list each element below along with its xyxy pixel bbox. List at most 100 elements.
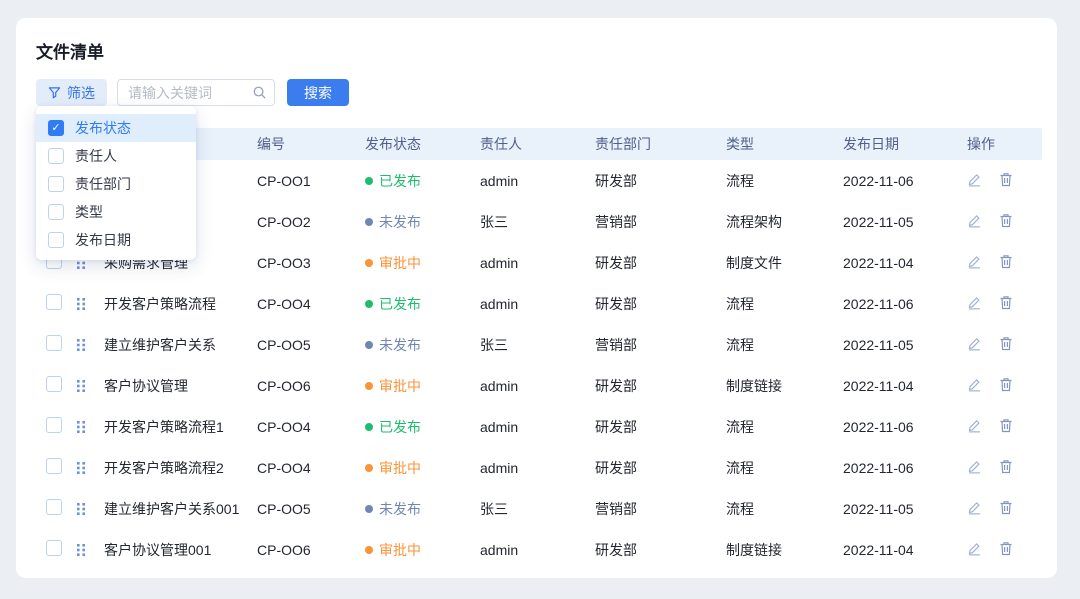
table-row: 客户协议管理001 CP-OO6 审批中 admin 研发部 制度链接 2022… <box>36 529 1042 570</box>
file-name: 客户协议管理 <box>104 376 257 396</box>
row-checkbox[interactable] <box>46 376 62 392</box>
search-button[interactable]: 搜索 <box>287 79 349 106</box>
edit-icon[interactable] <box>967 418 982 436</box>
filter-option-owner[interactable]: ✓ 责任人 <box>36 142 196 170</box>
edit-icon[interactable] <box>967 295 982 313</box>
file-owner: admin <box>480 460 595 476</box>
status-badge: 已发布 <box>365 171 421 191</box>
file-owner: admin <box>480 378 595 394</box>
drag-handle-icon[interactable] <box>76 420 104 434</box>
edit-icon[interactable] <box>967 459 982 477</box>
file-date: 2022-11-05 <box>843 214 967 230</box>
checkbox-icon[interactable]: ✓ <box>48 204 64 220</box>
file-date: 2022-11-04 <box>843 378 967 394</box>
header-actions: 操作 <box>967 134 1042 154</box>
status-badge: 未发布 <box>365 212 421 232</box>
delete-icon[interactable] <box>999 254 1013 272</box>
checkbox-icon[interactable]: ✓ <box>48 232 64 248</box>
edit-icon[interactable] <box>967 500 982 518</box>
delete-icon[interactable] <box>999 172 1013 190</box>
delete-icon[interactable] <box>999 541 1013 559</box>
drag-handle-icon[interactable] <box>76 461 104 475</box>
status-label: 已发布 <box>379 294 421 314</box>
delete-icon[interactable] <box>999 500 1013 518</box>
drag-handle-icon[interactable] <box>76 502 104 516</box>
edit-icon[interactable] <box>967 541 982 559</box>
checkbox-checked-icon[interactable]: ✓ <box>48 120 64 136</box>
edit-icon[interactable] <box>967 336 982 354</box>
delete-icon[interactable] <box>999 418 1013 436</box>
row-checkbox[interactable] <box>46 499 62 515</box>
edit-icon[interactable] <box>967 377 982 395</box>
filter-option-department[interactable]: ✓ 责任部门 <box>36 170 196 198</box>
file-owner: admin <box>480 173 595 189</box>
file-list-card: 文件清单 筛选 搜索 编号 发布状态 责任人 责任部门 类型 发布日期 操作 <box>16 18 1057 578</box>
file-department: 研发部 <box>595 253 726 273</box>
filter-option-type[interactable]: ✓ 类型 <box>36 198 196 226</box>
status-dot-icon <box>365 218 373 226</box>
status-label: 审批中 <box>379 253 421 273</box>
file-owner: 张三 <box>480 499 595 519</box>
delete-icon[interactable] <box>999 213 1013 231</box>
drag-handle-icon[interactable] <box>76 379 104 393</box>
status-label: 已发布 <box>379 171 421 191</box>
file-code: CP-OO2 <box>257 214 365 230</box>
status-dot-icon <box>365 423 373 431</box>
checkbox-icon[interactable]: ✓ <box>48 176 64 192</box>
filter-option-label: 发布状态 <box>75 118 131 138</box>
filter-option-publish-status[interactable]: ✓ 发布状态 <box>36 114 196 142</box>
status-badge: 审批中 <box>365 376 421 396</box>
row-checkbox[interactable] <box>46 417 62 433</box>
file-department: 研发部 <box>595 540 726 560</box>
page-title: 文件清单 <box>36 38 104 63</box>
edit-icon[interactable] <box>967 172 982 190</box>
status-label: 审批中 <box>379 540 421 560</box>
edit-icon[interactable] <box>967 213 982 231</box>
header-department: 责任部门 <box>595 134 726 154</box>
row-checkbox[interactable] <box>46 540 62 556</box>
file-code: CP-OO4 <box>257 296 365 312</box>
delete-icon[interactable] <box>999 336 1013 354</box>
edit-icon[interactable] <box>967 254 982 272</box>
file-department: 研发部 <box>595 171 726 191</box>
checkbox-icon[interactable]: ✓ <box>48 148 64 164</box>
status-badge: 已发布 <box>365 294 421 314</box>
file-name: 客户协议管理001 <box>104 540 257 560</box>
delete-icon[interactable] <box>999 459 1013 477</box>
file-department: 研发部 <box>595 376 726 396</box>
file-type: 制度文件 <box>726 253 843 273</box>
file-date: 2022-11-04 <box>843 542 967 558</box>
header-owner: 责任人 <box>480 134 595 154</box>
filter-option-publish-date[interactable]: ✓ 发布日期 <box>36 226 196 254</box>
row-checkbox[interactable] <box>46 458 62 474</box>
toolbar: 筛选 搜索 <box>36 79 349 106</box>
status-label: 审批中 <box>379 376 421 396</box>
file-department: 研发部 <box>595 417 726 437</box>
file-owner: admin <box>480 419 595 435</box>
file-type: 流程 <box>726 171 843 191</box>
file-type: 制度链接 <box>726 376 843 396</box>
file-date: 2022-11-06 <box>843 460 967 476</box>
drag-handle-icon[interactable] <box>76 338 104 352</box>
file-code: CP-OO3 <box>257 255 365 271</box>
row-checkbox[interactable] <box>46 294 62 310</box>
status-dot-icon <box>365 505 373 513</box>
status-badge: 审批中 <box>365 253 421 273</box>
file-code: CP-OO4 <box>257 460 365 476</box>
status-label: 审批中 <box>379 458 421 478</box>
delete-icon[interactable] <box>999 295 1013 313</box>
status-label: 未发布 <box>379 335 421 355</box>
search-icon <box>252 85 267 105</box>
status-badge: 审批中 <box>365 540 421 560</box>
file-code: CP-OO5 <box>257 337 365 353</box>
status-dot-icon <box>365 382 373 390</box>
filter-button[interactable]: 筛选 <box>36 79 107 106</box>
file-owner: admin <box>480 255 595 271</box>
row-checkbox[interactable] <box>46 335 62 351</box>
drag-handle-icon[interactable] <box>76 543 104 557</box>
header-code: 编号 <box>257 134 365 154</box>
status-badge: 未发布 <box>365 335 421 355</box>
delete-icon[interactable] <box>999 377 1013 395</box>
filter-option-label: 发布日期 <box>75 230 131 250</box>
drag-handle-icon[interactable] <box>76 297 104 311</box>
